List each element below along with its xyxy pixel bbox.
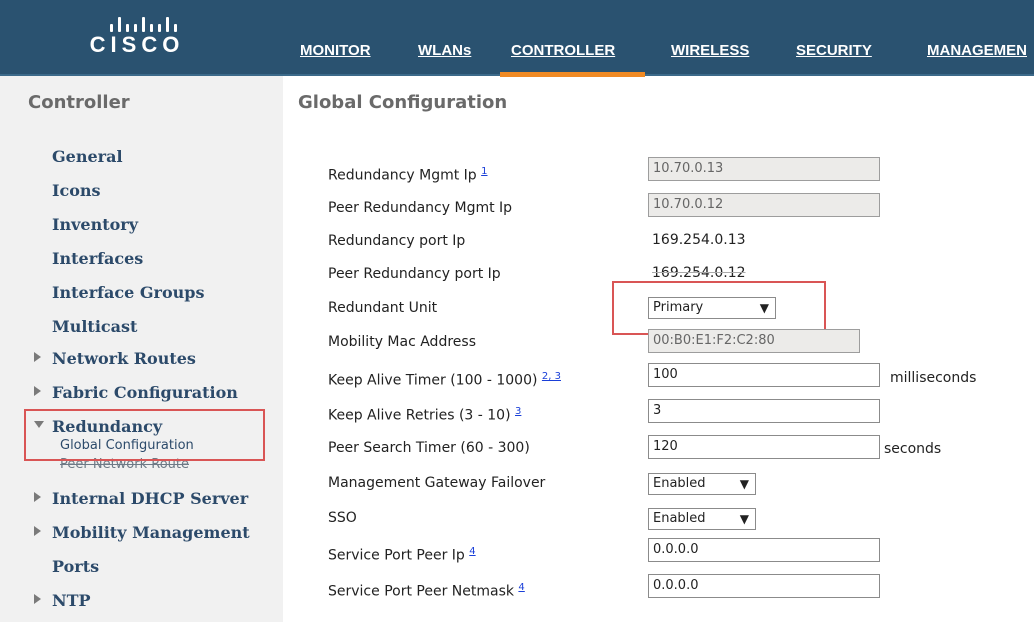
- sidebar-item-interface-groups[interactable]: Interface Groups: [52, 283, 204, 302]
- management-gateway-failover-label: Management Gateway Failover: [328, 475, 546, 491]
- active-tab-indicator: [500, 72, 645, 77]
- expand-arrow-icon[interactable]: [34, 526, 41, 536]
- dropdown-caret-icon: ▼: [739, 512, 749, 526]
- mobility-mac-address-label: Mobility Mac Address: [328, 334, 476, 350]
- footnote-link[interactable]: 4: [518, 582, 524, 593]
- peer-redundancy-port-ip-value: 169.254.0.12: [652, 265, 746, 281]
- service-port-peer-netmask-label: Service Port Peer Netmask 4: [328, 582, 525, 600]
- nav-wlans[interactable]: WLANs: [418, 42, 471, 64]
- peer-search-timer-input[interactable]: 120: [648, 435, 880, 459]
- top-nav-bar: CISCO: [0, 0, 1034, 76]
- cisco-bars-icon: [98, 10, 178, 32]
- nav-management[interactable]: MANAGEMEN: [927, 42, 1027, 64]
- redundancy-port-ip-label: Redundancy port Ip: [328, 233, 466, 249]
- service-port-peer-netmask-input[interactable]: 0.0.0.0: [648, 574, 880, 598]
- keep-alive-retries-input[interactable]: 3: [648, 399, 880, 423]
- nav-security[interactable]: SECURITY: [796, 42, 872, 64]
- management-gateway-failover-select[interactable]: Enabled ▼: [648, 473, 756, 495]
- expand-arrow-icon[interactable]: [34, 352, 41, 362]
- sso-label: SSO: [328, 510, 357, 526]
- sso-select[interactable]: Enabled ▼: [648, 508, 756, 530]
- peer-redundancy-mgmt-ip-field[interactable]: 10.70.0.12: [648, 193, 880, 217]
- sidebar-item-interfaces[interactable]: Interfaces: [52, 249, 143, 268]
- sidebar-item-internal-dhcp-server[interactable]: Internal DHCP Server: [52, 489, 248, 508]
- mobility-mac-address-field[interactable]: 00:B0:E1:F2:C2:80: [648, 329, 860, 353]
- expand-arrow-icon[interactable]: [34, 492, 41, 502]
- sidebar-item-ntp[interactable]: NTP: [52, 591, 91, 610]
- expand-arrow-icon[interactable]: [34, 594, 41, 604]
- page-title: Global Configuration: [298, 92, 508, 113]
- sidebar-title: Controller: [28, 92, 130, 113]
- peer-redundancy-mgmt-ip-label: Peer Redundancy Mgmt Ip: [328, 200, 513, 216]
- dropdown-caret-icon: ▼: [739, 477, 749, 491]
- sidebar-item-general[interactable]: General: [52, 147, 123, 166]
- footnote-link[interactable]: 1: [481, 166, 487, 177]
- keep-alive-timer-label: Keep Alive Timer (100 - 1000) 2, 3: [328, 371, 561, 389]
- sidebar-item-network-routes[interactable]: Network Routes: [52, 349, 196, 368]
- peer-search-timer-label: Peer Search Timer (60 - 300): [328, 440, 530, 456]
- redundancy-mgmt-ip-field[interactable]: 10.70.0.13: [648, 157, 880, 181]
- redundancy-mgmt-ip-label: Redundancy Mgmt Ip 1: [328, 166, 488, 184]
- nav-monitor[interactable]: MONITOR: [300, 42, 371, 64]
- footnote-link[interactable]: 4: [469, 546, 475, 557]
- redundant-unit-label: Redundant Unit: [328, 300, 438, 316]
- redundant-unit-highlight-box: [612, 281, 826, 335]
- keep-alive-timer-input[interactable]: 100: [648, 363, 880, 387]
- footnote-link[interactable]: 2, 3: [542, 371, 561, 382]
- sidebar-item-ports[interactable]: Ports: [52, 557, 99, 576]
- sidebar-item-icons[interactable]: Icons: [52, 181, 101, 200]
- footnote-link[interactable]: 3: [515, 406, 521, 417]
- nav-controller[interactable]: CONTROLLER: [511, 42, 615, 64]
- logo-wordmark: CISCO: [89, 32, 185, 57]
- redundancy-port-ip-value: 169.254.0.13: [652, 232, 746, 248]
- seconds-unit-label: seconds: [884, 441, 942, 457]
- nav-wireless[interactable]: WIRELESS: [671, 42, 749, 64]
- peer-redundancy-port-ip-label: Peer Redundancy port Ip: [328, 266, 501, 282]
- service-port-peer-ip-input[interactable]: 0.0.0.0: [648, 538, 880, 562]
- sidebar-item-mobility-management[interactable]: Mobility Management: [52, 523, 250, 542]
- keep-alive-retries-label: Keep Alive Retries (3 - 10) 3: [328, 406, 522, 424]
- redundancy-highlight-box: [24, 409, 265, 461]
- expand-arrow-icon[interactable]: [34, 386, 41, 396]
- sidebar-item-multicast[interactable]: Multicast: [52, 317, 137, 336]
- sidebar-item-fabric-configuration[interactable]: Fabric Configuration: [52, 383, 238, 402]
- sidebar-item-inventory[interactable]: Inventory: [52, 215, 138, 234]
- milliseconds-unit-label: milliseconds: [890, 370, 977, 386]
- service-port-peer-ip-label: Service Port Peer Ip 4: [328, 546, 476, 564]
- cisco-logo: CISCO: [82, 8, 192, 58]
